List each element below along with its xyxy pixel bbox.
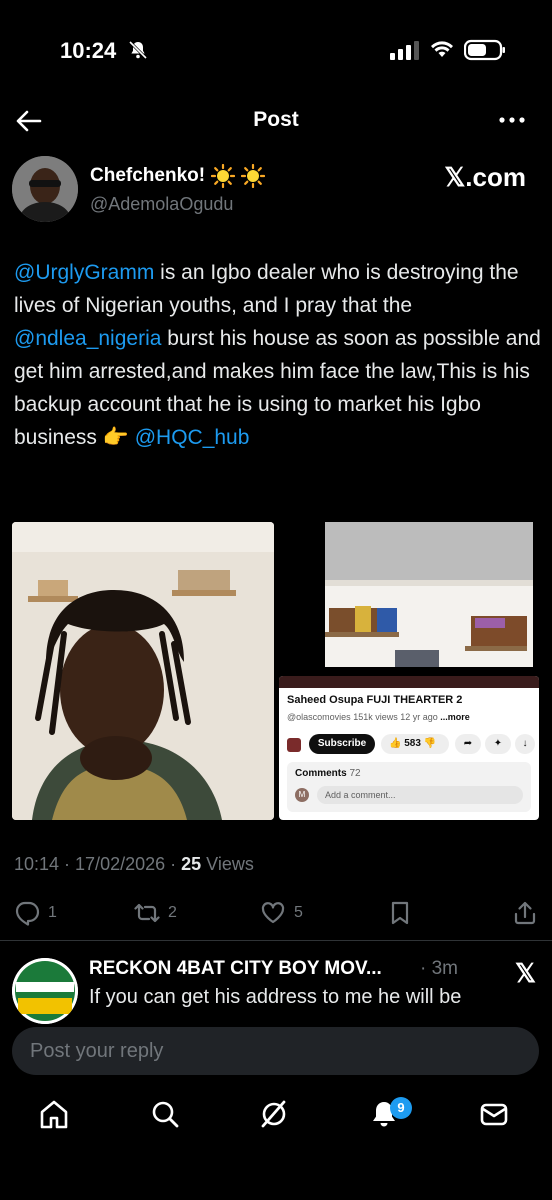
bookmark-button[interactable] bbox=[387, 900, 413, 926]
youtube-views: 151k views 12 yr ago bbox=[353, 712, 438, 722]
post-actions: 1 2 5 bbox=[0, 896, 552, 930]
youtube-comments-label: Comments 72 bbox=[295, 768, 361, 779]
post-media[interactable]: Saheed Osupa FUJI THEARTER 2 @olascomovi… bbox=[12, 522, 540, 820]
page-title: Post bbox=[253, 108, 299, 131]
youtube-comments-section: Comments 72 M Add a comment... bbox=[287, 762, 531, 812]
share-icon: ➦ bbox=[455, 734, 481, 754]
x-logo-icon: 𝕏 bbox=[515, 958, 536, 988]
reply-count: 1 bbox=[48, 904, 57, 921]
reply-author-name[interactable]: RECKON 4BAT CITY BOY MOV... bbox=[89, 958, 382, 980]
share-button[interactable] bbox=[512, 900, 538, 926]
nav-search[interactable] bbox=[149, 1098, 183, 1132]
like-count: 5 bbox=[294, 904, 303, 921]
bookmark-icon bbox=[391, 901, 409, 925]
nav-messages[interactable] bbox=[478, 1098, 512, 1132]
heart-icon bbox=[261, 902, 285, 924]
grok-icon bbox=[261, 1100, 286, 1128]
youtube-comments-title: Comments bbox=[295, 768, 347, 779]
youtube-video-meta: @olascomovies 151k views 12 yr ago ...mo… bbox=[287, 712, 470, 722]
author-name-text: Chefchenko! bbox=[90, 165, 206, 186]
media-photo-person[interactable] bbox=[12, 522, 274, 820]
post-timestamp: 10:14 · 17/02/2026 · bbox=[14, 854, 182, 874]
bottom-nav bbox=[0, 1088, 552, 1148]
nav-grok[interactable] bbox=[258, 1098, 292, 1132]
notification-badge: 9 bbox=[390, 1097, 412, 1119]
nav-home[interactable] bbox=[38, 1098, 72, 1132]
youtube-screenshot[interactable]: Saheed Osupa FUJI THEARTER 2 @olascomovi… bbox=[279, 676, 539, 820]
youtube-more: ...more bbox=[440, 712, 470, 722]
repost-count: 2 bbox=[168, 904, 177, 921]
view-count[interactable]: 25 bbox=[181, 854, 201, 874]
reply-avatar[interactable] bbox=[12, 958, 78, 1024]
post-body: @UrglyGramm is an Igbo dealer who is des… bbox=[14, 256, 542, 454]
youtube-subscribe-button: Subscribe bbox=[309, 734, 375, 754]
status-bar: 10:24 bbox=[0, 0, 552, 100]
author-handle[interactable]: @AdemolaOgudu bbox=[90, 194, 233, 215]
reply-input[interactable] bbox=[12, 1027, 539, 1075]
sun-emoji-icon bbox=[241, 164, 266, 188]
cellular-signal-icon bbox=[390, 41, 419, 60]
reply-time: · 3m bbox=[420, 958, 458, 979]
status-time: 10:24 bbox=[60, 38, 117, 63]
reply-icon bbox=[15, 901, 40, 926]
reply-button[interactable]: 1 bbox=[14, 900, 57, 926]
youtube-video-title: Saheed Osupa FUJI THEARTER 2 bbox=[287, 694, 463, 706]
views-label: Views bbox=[201, 854, 254, 874]
search-icon bbox=[152, 1101, 179, 1128]
mention-link[interactable]: @HQC_hub bbox=[135, 426, 250, 449]
youtube-channel: @olascomovies bbox=[287, 712, 351, 722]
youtube-like-count: 583 bbox=[404, 738, 421, 749]
divider bbox=[0, 940, 552, 941]
mention-link[interactable]: @ndlea_nigeria bbox=[14, 327, 161, 350]
youtube-comments-count: 72 bbox=[349, 768, 361, 779]
download-icon: ↓ bbox=[515, 734, 535, 754]
reply-text[interactable]: If you can get his address to me he will… bbox=[89, 986, 461, 1009]
youtube-user-avatar: M bbox=[295, 788, 309, 802]
like-button[interactable]: 5 bbox=[260, 900, 303, 926]
author-avatar[interactable] bbox=[12, 156, 78, 222]
share-icon bbox=[514, 901, 536, 925]
media-photo-shelves[interactable] bbox=[325, 522, 533, 667]
author-name[interactable]: Chefchenko! bbox=[90, 164, 266, 188]
mail-icon bbox=[480, 1103, 508, 1126]
repost-button[interactable]: 2 bbox=[134, 900, 177, 926]
youtube-like-button: 👍 583 👎 bbox=[381, 734, 449, 754]
wifi-icon bbox=[431, 41, 453, 57]
more-options-icon[interactable] bbox=[498, 108, 526, 132]
x-com-watermark: 𝕏.com bbox=[444, 162, 526, 192]
sparkle-icon: ✦ bbox=[485, 734, 511, 754]
youtube-add-comment: Add a comment... bbox=[317, 786, 523, 804]
home-icon bbox=[40, 1100, 68, 1129]
sun-emoji-icon bbox=[211, 164, 236, 188]
battery-icon bbox=[464, 39, 505, 61]
youtube-channel-avatar bbox=[287, 738, 301, 752]
pointing-right-emoji: 👉 bbox=[102, 426, 129, 449]
mention-link[interactable]: @UrglyGramm bbox=[14, 261, 154, 284]
bell-off-icon bbox=[128, 40, 148, 60]
post-header: Post bbox=[0, 100, 552, 144]
repost-icon bbox=[134, 903, 160, 923]
post-timestamp-views: 10:14 · 17/02/2026 · 25 Views bbox=[14, 854, 254, 875]
